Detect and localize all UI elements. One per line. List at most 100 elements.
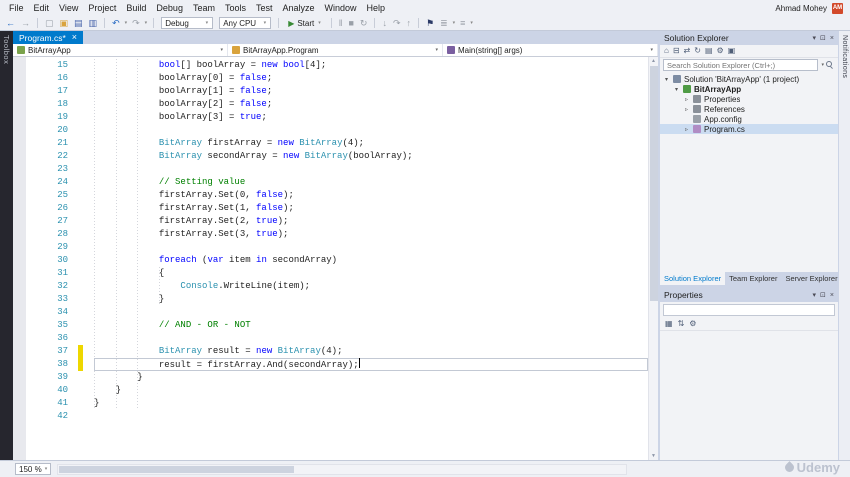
- code-line-27[interactable]: 27 firstArray.Set(2, true);: [13, 215, 648, 228]
- code-line-36[interactable]: 36: [13, 332, 648, 345]
- solution-explorer-titlebar[interactable]: Solution Explorer ▾ ⊡ ×: [660, 31, 838, 45]
- properties-window-icon[interactable]: ⚙: [717, 45, 724, 57]
- navigate-forward-icon[interactable]: →: [19, 16, 32, 30]
- step-out-icon[interactable]: ↑: [405, 16, 414, 30]
- expander-closed-icon[interactable]: ▹: [683, 126, 690, 133]
- step-into-icon[interactable]: ↓: [380, 16, 389, 30]
- code-line-20[interactable]: 20: [13, 124, 648, 137]
- step-over-icon[interactable]: ↷: [391, 16, 403, 30]
- menu-analyze[interactable]: Analyze: [278, 0, 320, 16]
- expander-closed-icon[interactable]: ▹: [683, 96, 690, 103]
- code-line-22[interactable]: 22 BitArray secondArray = new BitArray(b…: [13, 150, 648, 163]
- navbar-type-dropdown[interactable]: BitArrayApp.Program ▾: [228, 44, 443, 56]
- editor-horizontal-scrollbar[interactable]: [57, 463, 628, 475]
- collapse-all-icon[interactable]: ⊟: [673, 45, 680, 57]
- notifications-autohide-tab[interactable]: Notifications: [839, 31, 850, 460]
- new-file-icon[interactable]: ▢: [43, 16, 56, 30]
- pin-icon[interactable]: ⊡: [820, 291, 826, 299]
- toolbox-autohide-tab[interactable]: Toolbox: [0, 31, 13, 460]
- code-line-31[interactable]: 31 {: [13, 267, 648, 280]
- stop-icon[interactable]: ■: [346, 16, 355, 30]
- tree-item-program-cs[interactable]: ▹ Program.cs: [660, 124, 838, 134]
- close-icon[interactable]: ×: [830, 292, 834, 299]
- scrollbar-thumb[interactable]: [59, 465, 295, 473]
- navigate-backward-icon[interactable]: ←: [4, 16, 17, 30]
- menu-debug[interactable]: Debug: [151, 0, 188, 16]
- bookmark-icon[interactable]: ⚑: [424, 16, 436, 30]
- code-line-37[interactable]: 37 BitArray result = new BitArray(4);: [13, 345, 648, 358]
- properties-object-combo[interactable]: [663, 304, 835, 316]
- code-line-39[interactable]: 39 }: [13, 371, 648, 384]
- menu-help[interactable]: Help: [362, 0, 391, 16]
- navbar-member-dropdown[interactable]: Main(string[] args) ▾: [443, 44, 658, 56]
- home-icon[interactable]: ⌂: [664, 45, 669, 57]
- code-line-18[interactable]: 18 boolArray[2] = false;: [13, 98, 648, 111]
- code-line-38[interactable]: 38 result = firstArray.And(secondArray);: [13, 358, 648, 371]
- code-line-17[interactable]: 17 boolArray[1] = false;: [13, 85, 648, 98]
- open-file-icon[interactable]: ▣: [58, 16, 71, 30]
- code-line-30[interactable]: 30 foreach (var item in secondArray): [13, 254, 648, 267]
- scrollbar-thumb[interactable]: [649, 66, 658, 301]
- redo-icon[interactable]: ↷: [130, 16, 142, 30]
- pause-icon[interactable]: ‖: [337, 16, 345, 30]
- tree-item-properties[interactable]: ▹ Properties: [660, 94, 838, 104]
- tree-item-solution-bitarrayapp-1-project[interactable]: ▾ Solution 'BitArrayApp' (1 project): [660, 74, 838, 84]
- sync-with-active-document-icon[interactable]: ⇄: [684, 45, 691, 57]
- chevron-down-icon[interactable]: ▾: [144, 20, 149, 26]
- code-line-34[interactable]: 34: [13, 306, 648, 319]
- save-all-icon[interactable]: ▥: [87, 16, 100, 30]
- menu-build[interactable]: Build: [121, 0, 151, 16]
- code-line-21[interactable]: 21 BitArray firstArray = new BitArray(4)…: [13, 137, 648, 150]
- refresh-icon[interactable]: ↻: [694, 45, 701, 57]
- scroll-up-icon[interactable]: ▲: [651, 58, 656, 64]
- code-line-19[interactable]: 19 boolArray[3] = true;: [13, 111, 648, 124]
- properties-titlebar[interactable]: Properties ▾ ⊡ ×: [660, 288, 838, 302]
- zoom-control[interactable]: 150 % ▾: [15, 463, 52, 475]
- expander-open-icon[interactable]: ▾: [663, 76, 670, 83]
- panel-tab-server-explorer[interactable]: Server Explorer: [781, 272, 841, 285]
- code-line-29[interactable]: 29: [13, 241, 648, 254]
- menu-project[interactable]: Project: [83, 0, 121, 16]
- alphabetical-icon[interactable]: ⇅: [678, 318, 685, 330]
- menu-tools[interactable]: Tools: [220, 0, 251, 16]
- code-line-33[interactable]: 33 }: [13, 293, 648, 306]
- code-line-23[interactable]: 23: [13, 163, 648, 176]
- menu-file[interactable]: File: [4, 0, 29, 16]
- code-line-16[interactable]: 16 boolArray[0] = false;: [13, 72, 648, 85]
- code-line-42[interactable]: 42: [13, 410, 648, 423]
- menu-edit[interactable]: Edit: [29, 0, 55, 16]
- tree-item-app-config[interactable]: App.config: [660, 114, 838, 124]
- categorized-icon[interactable]: ▦: [665, 318, 673, 330]
- chevron-down-icon[interactable]: ▾: [452, 20, 457, 26]
- save-icon[interactable]: ▤: [72, 16, 85, 30]
- tree-item-references[interactable]: ▹ References: [660, 104, 838, 114]
- user-avatar[interactable]: AM: [832, 2, 843, 14]
- preview-selected-items-icon[interactable]: ▣: [728, 45, 736, 57]
- code-line-40[interactable]: 40 }: [13, 384, 648, 397]
- window-position-icon[interactable]: ▾: [813, 291, 817, 299]
- menu-team[interactable]: Team: [188, 0, 220, 16]
- menu-view[interactable]: View: [54, 0, 83, 16]
- panel-tab-team-explorer[interactable]: Team Explorer: [725, 272, 781, 285]
- tab-program-cs[interactable]: Program.cs* ×: [13, 31, 84, 44]
- window-position-icon[interactable]: ▾: [813, 34, 817, 42]
- code-line-28[interactable]: 28 firstArray.Set(3, true);: [13, 228, 648, 241]
- editor-vertical-scrollbar[interactable]: ▲ ▼: [648, 57, 658, 460]
- user-name[interactable]: Ahmad Mohey: [775, 4, 827, 13]
- code-line-15[interactable]: 15 bool[] boolArray = new bool[4];: [13, 59, 648, 72]
- code-line-24[interactable]: 24 // Setting value: [13, 176, 648, 189]
- panel-tab-solution-explorer[interactable]: Solution Explorer: [660, 272, 726, 285]
- chevron-down-icon[interactable]: ▾: [469, 20, 474, 26]
- search-input[interactable]: [663, 59, 819, 71]
- expander-closed-icon[interactable]: ▹: [683, 106, 690, 113]
- code-line-35[interactable]: 35 // AND - OR - NOT: [13, 319, 648, 332]
- debug-configuration-select[interactable]: Debug ▾: [161, 17, 214, 29]
- code-line-32[interactable]: 32 Console.WriteLine(item);: [13, 280, 648, 293]
- tree-item-bitarrayapp[interactable]: ▾ BitArrayApp: [660, 84, 838, 94]
- comment-icon[interactable]: ≣: [438, 16, 450, 30]
- expander-open-icon[interactable]: ▾: [673, 86, 680, 93]
- chevron-down-icon[interactable]: ▾: [124, 20, 129, 26]
- pin-icon[interactable]: ⊡: [820, 34, 826, 42]
- scroll-down-icon[interactable]: ▼: [651, 453, 656, 459]
- code-line-25[interactable]: 25 firstArray.Set(0, false);: [13, 189, 648, 202]
